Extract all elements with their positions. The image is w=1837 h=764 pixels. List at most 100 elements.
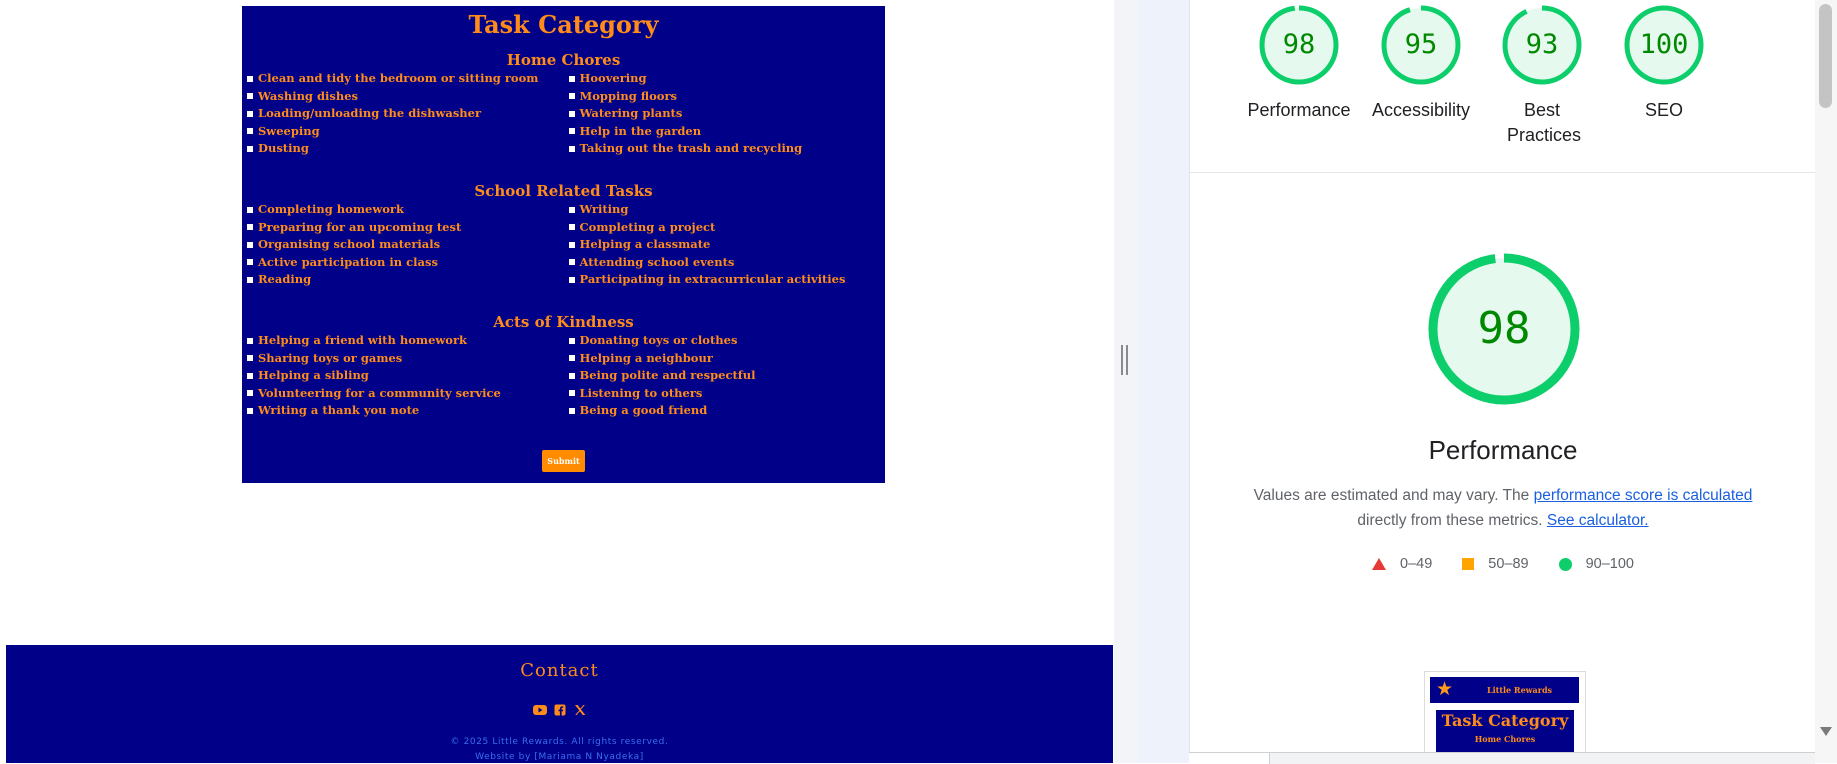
scroll-down-icon[interactable] xyxy=(1820,727,1832,736)
task-list-right: Donating toys or clothes Helping a neigh… xyxy=(564,332,886,420)
score-description: Values are estimated and may vary. The p… xyxy=(1240,483,1766,533)
footer-heading: Contact xyxy=(520,660,599,681)
gauge-seo[interactable]: 100 SEO xyxy=(1604,5,1724,123)
gauge-label: SEO xyxy=(1644,100,1683,120)
list-item: Loading/unloading the dishwasher xyxy=(247,105,564,123)
website-page: Task Category Home Chores Clean and tidy… xyxy=(0,0,1114,763)
copyright-text: © 2025 Little Rewards. All rights reserv… xyxy=(450,737,669,747)
desc-text: directly from these metrics. xyxy=(1357,512,1543,529)
scrollbar-thumb[interactable] xyxy=(1819,4,1832,108)
gauge-best-practices[interactable]: 93 Best Practices xyxy=(1482,5,1602,148)
legend-label: 0–49 xyxy=(1400,556,1433,572)
list-item: Helping a sibling xyxy=(247,367,564,385)
facebook-icon[interactable] xyxy=(553,704,567,716)
thumbnail-title: Task Category xyxy=(1441,711,1569,730)
section-heading: School Related Tasks xyxy=(474,182,653,200)
section-home-chores: Home Chores Clean and tidy the bedroom o… xyxy=(242,50,885,158)
page-screenshot-thumbnail[interactable]: ★ Little Rewards Task Category Home Chor… xyxy=(1424,671,1586,752)
gauge-performance[interactable]: 98 Performance xyxy=(1239,5,1359,123)
list-item: Preparing for an upcoming test xyxy=(247,219,564,237)
score-calculated-link[interactable]: performance score is calculated xyxy=(1534,487,1753,504)
devtools-gutter xyxy=(1138,0,1189,763)
thumbnail-subtitle: Home Chores xyxy=(1474,734,1536,744)
score-legend: 0–49 50–89 90–100 xyxy=(1190,556,1816,572)
gauge-label: Best Practices xyxy=(1507,100,1582,145)
credit-text: Website by [Mariama N Nyadeka] xyxy=(475,752,644,762)
list-item: Helping a neighbour xyxy=(569,350,886,368)
category-title: Performance xyxy=(1428,435,1578,465)
section-divider xyxy=(1190,172,1816,173)
page-title: Task Category xyxy=(468,10,659,39)
task-list-right: Hoovering Mopping floors Watering plants… xyxy=(564,70,886,158)
gauge-label: Accessibility xyxy=(1371,100,1471,120)
list-item: Watering plants xyxy=(569,105,886,123)
submit-button[interactable]: Submit xyxy=(542,450,585,472)
footer-copyright: © 2025 Little Rewards. All rights reserv… xyxy=(6,735,1113,763)
list-item: Completing a project xyxy=(569,219,886,237)
gauge-score: 98 xyxy=(1282,29,1316,60)
site-footer: Contact © 2025 Little Rewards. All right… xyxy=(6,645,1113,763)
task-list-left: Helping a friend with homework Sharing t… xyxy=(242,332,564,420)
list-item: Taking out the trash and recycling xyxy=(569,140,886,158)
gauge-accessibility[interactable]: 95 Accessibility xyxy=(1361,5,1481,123)
square-icon xyxy=(1462,558,1475,570)
see-calculator-link[interactable]: See calculator. xyxy=(1547,512,1649,529)
main-score: 98 xyxy=(1477,303,1531,354)
task-category-card: Task Category Home Chores Clean and tidy… xyxy=(242,6,885,483)
list-item: Being polite and respectful xyxy=(569,367,886,385)
list-item: Completing homework xyxy=(247,201,564,219)
circle-icon xyxy=(1558,557,1572,571)
section-heading: Home Chores xyxy=(506,51,621,69)
section-school-tasks: School Related Tasks Completing homework… xyxy=(242,181,885,289)
thumbnail-brand: Little Rewards xyxy=(1486,685,1553,695)
split-divider xyxy=(1114,0,1138,763)
social-links xyxy=(6,704,1113,716)
list-item: Hoovering xyxy=(569,70,886,88)
list-item: Reading xyxy=(247,271,564,289)
list-item: Washing dishes xyxy=(247,88,564,106)
gauge-score: 93 xyxy=(1525,29,1559,60)
lighthouse-report: 98 Performance 95 Accessibility 93 Best … xyxy=(1189,0,1816,752)
task-list-left: Completing homework Preparing for an upc… xyxy=(242,201,564,289)
legend-pass: 90–100 xyxy=(1558,556,1634,572)
list-item: Listening to others xyxy=(569,385,886,403)
legend-label: 90–100 xyxy=(1585,556,1634,572)
list-item: Sweeping xyxy=(247,123,564,141)
list-item: Helping a classmate xyxy=(569,236,886,254)
desc-text: Values are estimated and may vary. The xyxy=(1253,487,1530,504)
list-item: Helping a friend with homework xyxy=(247,332,564,350)
list-item: Clean and tidy the bedroom or sitting ro… xyxy=(247,70,564,88)
list-item: Participating in extracurricular activit… xyxy=(569,271,886,289)
gauge-label: Performance xyxy=(1247,100,1351,120)
youtube-icon[interactable] xyxy=(532,704,547,716)
list-item: Writing a thank you note xyxy=(247,402,564,420)
triangle-icon xyxy=(1372,558,1386,570)
task-list-right: Writing Completing a project Helping a c… xyxy=(564,201,886,289)
list-item: Being a good friend xyxy=(569,402,886,420)
legend-label: 50–89 xyxy=(1488,556,1529,572)
bottom-tab[interactable] xyxy=(1189,753,1270,764)
list-item: Writing xyxy=(569,201,886,219)
list-item: Attending school events xyxy=(569,254,886,272)
thumbnail-card: Task Category Home Chores xyxy=(1436,710,1574,752)
list-item: Organising school materials xyxy=(247,236,564,254)
gauge-score: 100 xyxy=(1639,29,1689,60)
list-item: Active participation in class xyxy=(247,254,564,272)
list-item: Dusting xyxy=(247,140,564,158)
resize-handle[interactable] xyxy=(1121,345,1130,375)
scrollbar[interactable] xyxy=(1815,0,1837,763)
task-list-left: Clean and tidy the bedroom or sitting ro… xyxy=(242,70,564,158)
legend-fail: 0–49 xyxy=(1372,556,1432,572)
star-icon: ★ xyxy=(1436,679,1454,700)
x-icon[interactable] xyxy=(573,704,587,716)
section-acts-of-kindness: Acts of Kindness Helping a friend with h… xyxy=(242,312,885,420)
list-item: Sharing toys or games xyxy=(247,350,564,368)
section-heading: Acts of Kindness xyxy=(493,313,634,331)
list-item: Help in the garden xyxy=(569,123,886,141)
list-item: Volunteering for a community service xyxy=(247,385,564,403)
gauge-score: 95 xyxy=(1404,29,1438,60)
legend-average: 50–89 xyxy=(1462,556,1529,572)
list-item: Mopping floors xyxy=(569,88,886,106)
thumbnail-header: ★ Little Rewards xyxy=(1430,677,1579,703)
list-item: Donating toys or clothes xyxy=(569,332,886,350)
